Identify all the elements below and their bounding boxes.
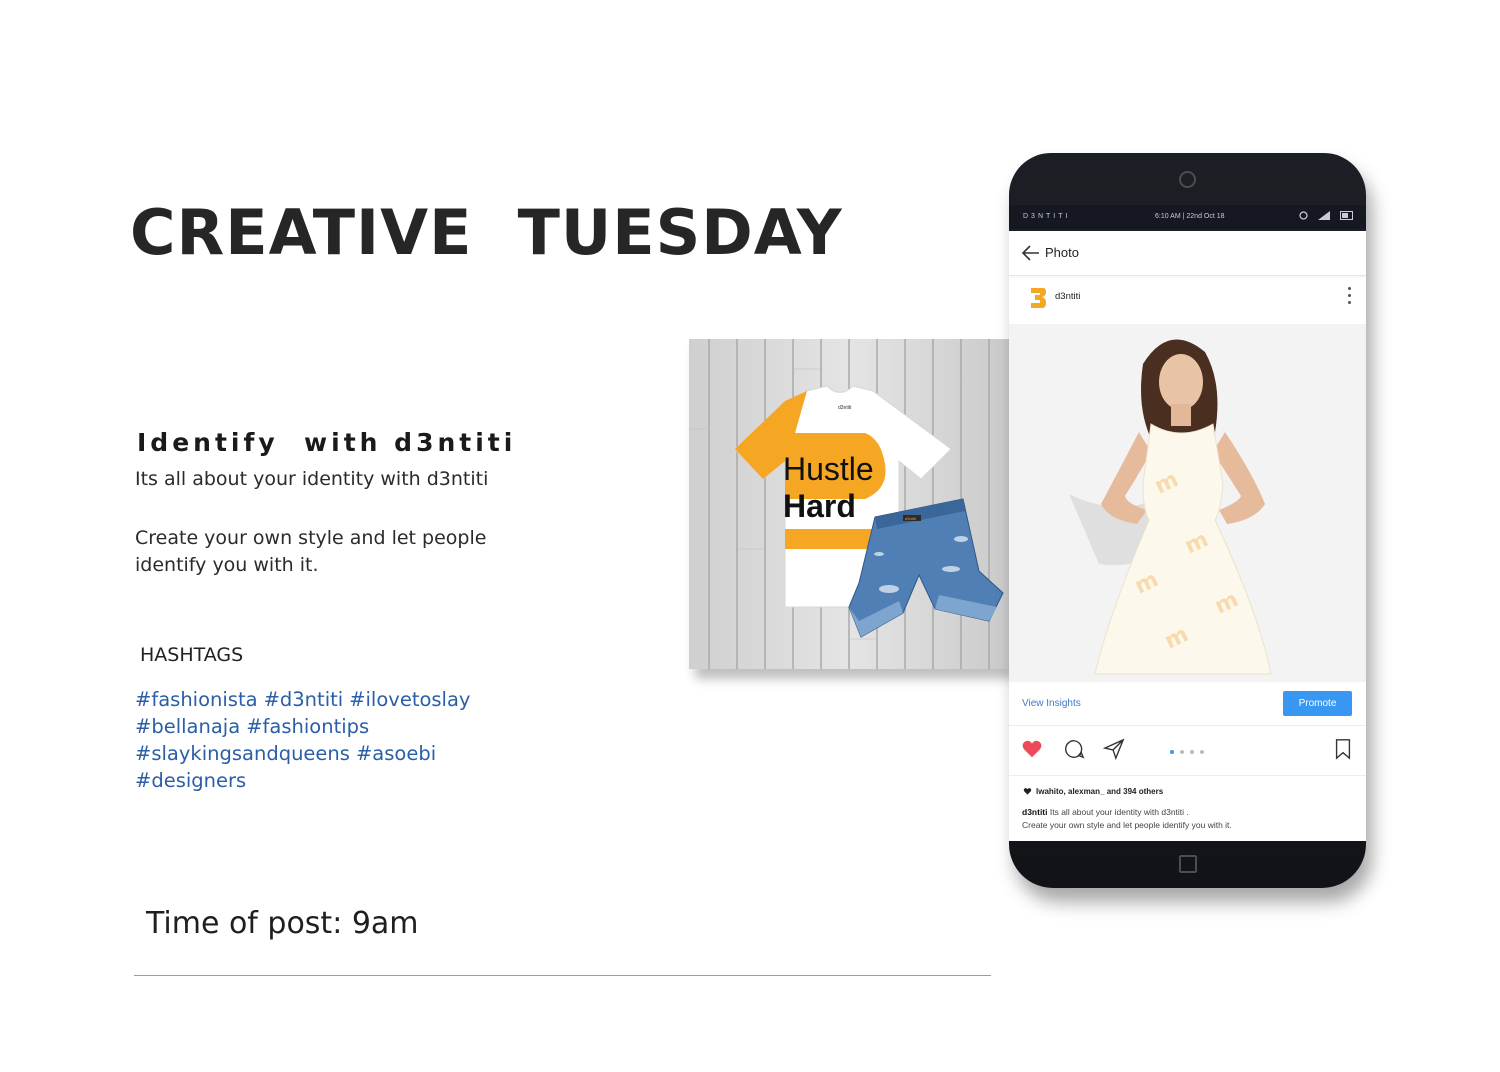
promote-button[interactable]: Promote [1283,691,1352,716]
comment-icon[interactable] [1063,738,1085,760]
hashtag[interactable]: #asoebi [356,742,436,765]
hashtag[interactable]: #slaykingsandqueens [135,742,350,765]
hashtag[interactable]: #fashionista [135,688,258,711]
bookmark-icon[interactable] [1333,738,1353,760]
body-paragraph-1: Its all about your identity with d3ntiti [135,468,489,490]
signal-icon [1318,211,1330,220]
small-heart-icon [1023,788,1032,795]
product-photo: Hustle Hard d3ntiti d3ntiti [689,339,1011,669]
likes-text: lwahito, alexman_ and 394 others [1036,787,1164,796]
view-insights-link[interactable]: View Insights [1022,698,1081,709]
model-in-dress-photo: m m m m m [1009,324,1366,682]
body-paragraph-2: Create your own style and let people ide… [135,527,487,576]
status-bar: D3NTITI 6:10 AM | 22nd Oct 18 [1009,205,1366,229]
like-heart-icon[interactable] [1021,738,1043,760]
hashtag-list: #fashionista #d3ntiti #ilovetoslay #bellan… [135,686,505,794]
share-send-icon[interactable] [1103,738,1125,760]
alarm-icon [1299,211,1308,220]
action-row [1009,727,1366,776]
phone-screen: Photo d3ntiti m m m m m View Insights Pr… [1009,231,1366,841]
shirt-text-hustle: Hustle [783,451,874,487]
status-time: 6:10 AM | 22nd Oct 18 [1155,213,1225,220]
post-image: m m m m m [1009,324,1366,682]
page-headline: CREATIVE TUESDAY [130,196,843,269]
hashtag[interactable]: #d3ntiti [264,688,344,711]
status-brand: D3NTITI [1023,213,1071,220]
hashtag[interactable]: #ilovetoslay [349,688,470,711]
section-title: Identify with d3ntiti [137,428,517,457]
post-caption: d3ntiti Its all about your identity with… [1022,806,1352,832]
shirt-text-hard: Hard [783,488,856,524]
tshirt-and-shorts-illustration: Hustle Hard d3ntiti d3ntiti [689,339,1011,669]
carousel-dots [1170,750,1204,754]
caption-text: Its all about your identity with d3ntiti… [1049,807,1189,817]
caption-text-2: Create your own style and let people ide… [1022,820,1232,830]
post-username[interactable]: d3ntiti [1055,291,1080,302]
divider [134,975,991,976]
insights-row: View Insights Promote [1009,683,1366,726]
app-bar: Photo [1009,231,1366,276]
front-camera-icon [1179,171,1196,188]
more-options-icon[interactable] [1348,287,1352,308]
hashtag[interactable]: #designers [135,769,246,792]
hashtag[interactable]: #bellanaja [135,715,240,738]
likes-summary[interactable]: lwahito, alexman_ and 394 others [1023,787,1163,796]
shirt-tag: d3ntiti [838,405,851,411]
caption-username[interactable]: d3ntiti [1022,807,1048,817]
shorts-tag: d3ntiti [905,516,916,521]
d3ntiti-logo-avatar[interactable] [1029,286,1047,310]
app-bar-title: Photo [1045,245,1079,260]
hashtags-heading: HASHTAGS [140,644,244,666]
post-header: d3ntiti [1009,277,1366,325]
phone-mockup: D3NTITI 6:10 AM | 22nd Oct 18 Photo d3nt… [1009,153,1366,888]
battery-icon [1340,211,1353,220]
back-arrow-icon[interactable] [1021,243,1041,263]
hashtag[interactable]: #fashiontips [246,715,369,738]
post-time: Time of post: 9am [146,906,419,941]
home-button-icon[interactable] [1179,855,1197,873]
